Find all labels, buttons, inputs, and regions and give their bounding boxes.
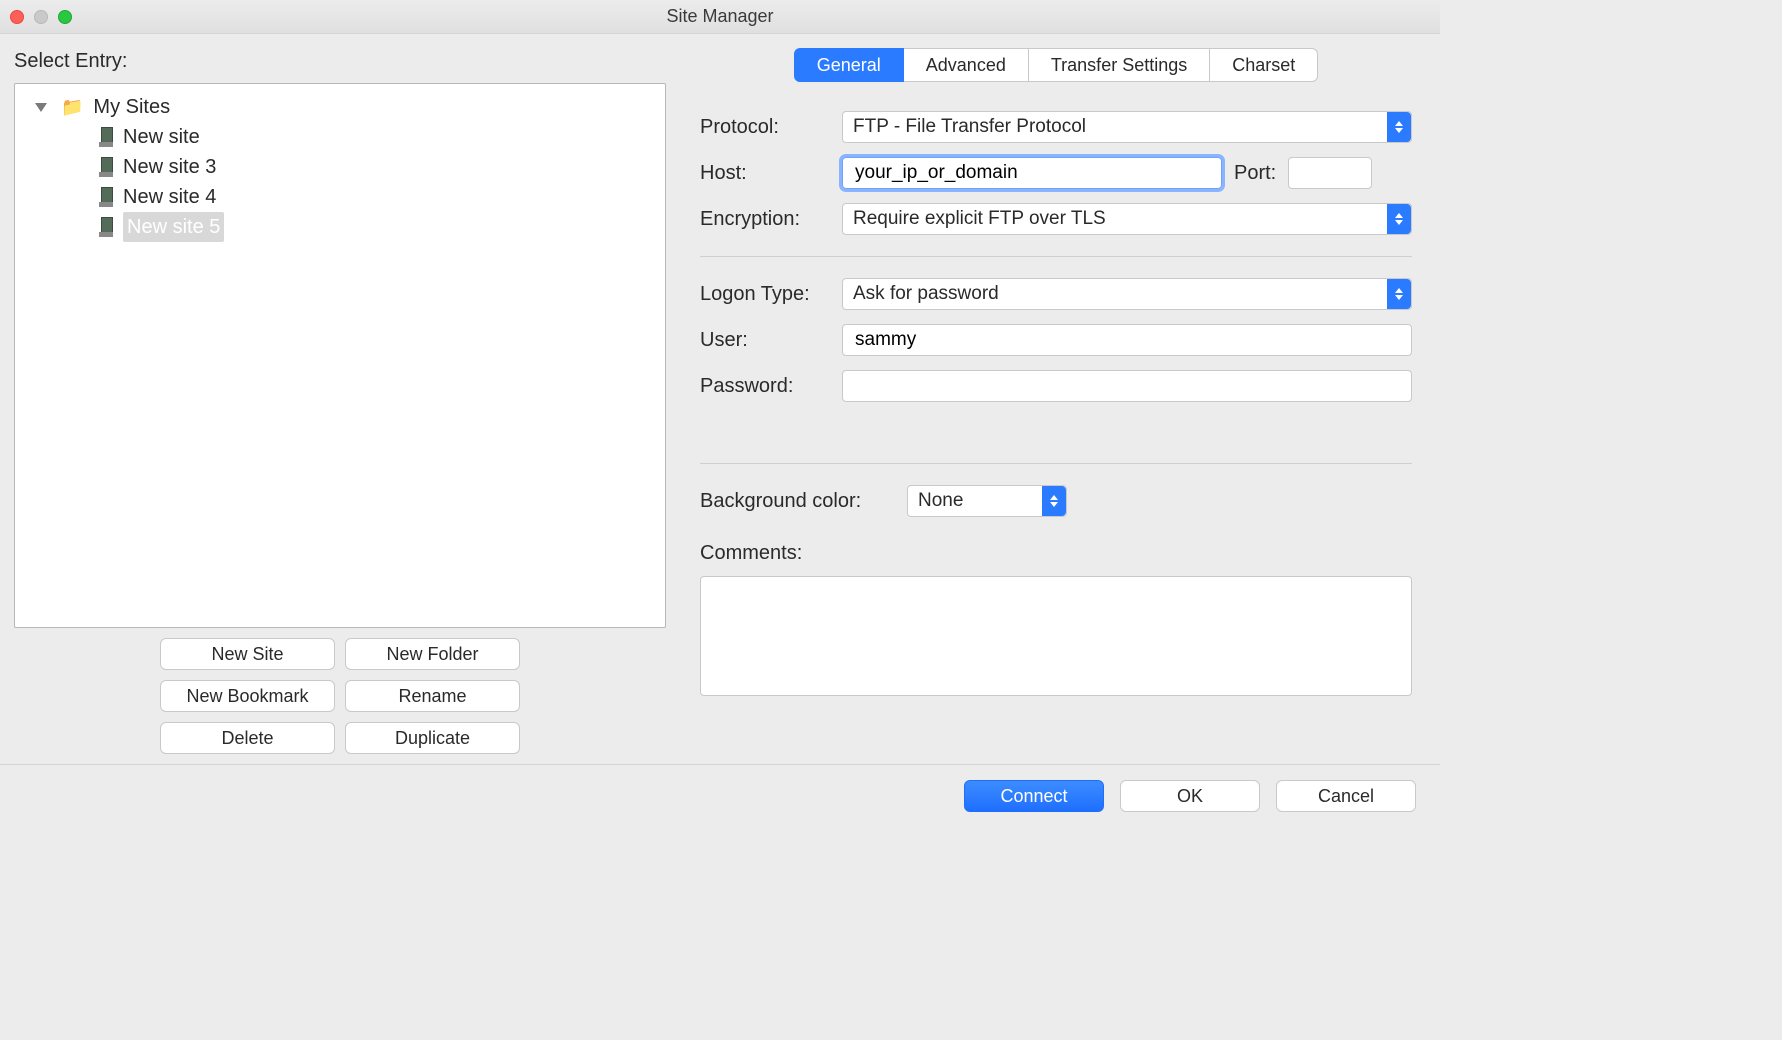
host-input-field[interactable] — [853, 161, 1211, 185]
logon-type-label: Logon Type: — [700, 283, 830, 306]
site-action-buttons: New Site New Folder New Bookmark Rename … — [14, 628, 666, 764]
window-title: Site Manager — [0, 6, 1440, 27]
tree-item[interactable]: New site — [15, 122, 665, 152]
user-input[interactable] — [842, 324, 1412, 356]
rename-button[interactable]: Rename — [345, 680, 520, 712]
tab-charset[interactable]: Charset — [1210, 48, 1318, 82]
host-label: Host: — [700, 162, 830, 185]
cancel-button[interactable]: Cancel — [1276, 780, 1416, 812]
ok-button[interactable]: OK — [1120, 780, 1260, 812]
divider — [700, 256, 1412, 257]
disclosure-triangle-icon[interactable] — [35, 103, 47, 112]
port-label: Port: — [1234, 162, 1276, 185]
port-input[interactable] — [1288, 157, 1372, 189]
new-site-button[interactable]: New Site — [160, 638, 335, 670]
user-input-field[interactable] — [853, 328, 1401, 352]
server-icon — [99, 217, 113, 237]
password-label: Password: — [700, 375, 830, 398]
background-color-label: Background color: — [700, 490, 895, 513]
password-input-field[interactable] — [853, 374, 1401, 398]
encryption-select[interactable]: Require explicit FTP over TLS — [842, 203, 1412, 235]
tab-transfer[interactable]: Transfer Settings — [1029, 48, 1210, 82]
new-bookmark-button[interactable]: New Bookmark — [160, 680, 335, 712]
chevron-updown-icon — [1387, 279, 1411, 309]
left-panel: Select Entry: 📁 My Sites New site New si… — [0, 34, 680, 764]
tab-bar: General Advanced Transfer Settings Chars… — [700, 48, 1412, 82]
dialog-footer: Connect OK Cancel — [0, 764, 1440, 826]
titlebar: Site Manager — [0, 0, 1440, 34]
protocol-select-value: FTP - File Transfer Protocol — [853, 112, 1086, 142]
logon-type-select[interactable]: Ask for password — [842, 278, 1412, 310]
tree-item-label: New site 3 — [123, 152, 216, 182]
comments-textarea-field[interactable] — [709, 583, 1403, 689]
tree-item-label: New site — [123, 122, 200, 152]
tree-item-label: New site 4 — [123, 182, 216, 212]
delete-button[interactable]: Delete — [160, 722, 335, 754]
connect-button[interactable]: Connect — [964, 780, 1104, 812]
tree-item[interactable]: New site 3 — [15, 152, 665, 182]
chevron-updown-icon — [1387, 112, 1411, 142]
server-icon — [99, 187, 113, 207]
folder-icon: 📁 — [61, 92, 83, 122]
encryption-label: Encryption: — [700, 208, 830, 231]
port-input-field[interactable] — [1299, 161, 1361, 185]
new-folder-button[interactable]: New Folder — [345, 638, 520, 670]
protocol-label: Protocol: — [700, 116, 830, 139]
user-label: User: — [700, 329, 830, 352]
tree-item-label: New site 5 — [123, 212, 224, 242]
host-input[interactable] — [842, 157, 1222, 189]
chevron-updown-icon — [1387, 204, 1411, 234]
right-panel: General Advanced Transfer Settings Chars… — [680, 34, 1440, 764]
divider — [700, 463, 1412, 464]
site-tree[interactable]: 📁 My Sites New site New site 3 New site … — [14, 83, 666, 628]
comments-label: Comments: — [700, 542, 895, 565]
password-input[interactable] — [842, 370, 1412, 402]
background-color-select[interactable]: None — [907, 485, 1067, 517]
tab-advanced[interactable]: Advanced — [904, 48, 1029, 82]
protocol-select[interactable]: FTP - File Transfer Protocol — [842, 111, 1412, 143]
logon-type-select-value: Ask for password — [853, 279, 999, 309]
encryption-select-value: Require explicit FTP over TLS — [853, 204, 1106, 234]
tree-root-my-sites[interactable]: 📁 My Sites — [15, 92, 665, 122]
tree-root-label: My Sites — [93, 92, 170, 122]
duplicate-button[interactable]: Duplicate — [345, 722, 520, 754]
general-form: Protocol: FTP - File Transfer Protocol H… — [700, 104, 1412, 696]
server-icon — [99, 127, 113, 147]
comments-textarea[interactable] — [700, 576, 1412, 696]
tree-item-selected[interactable]: New site 5 — [15, 212, 665, 242]
tree-item[interactable]: New site 4 — [15, 182, 665, 212]
select-entry-label: Select Entry: — [14, 50, 666, 73]
background-color-select-value: None — [918, 486, 963, 516]
tab-general[interactable]: General — [794, 48, 904, 82]
chevron-updown-icon — [1042, 486, 1066, 516]
server-icon — [99, 157, 113, 177]
